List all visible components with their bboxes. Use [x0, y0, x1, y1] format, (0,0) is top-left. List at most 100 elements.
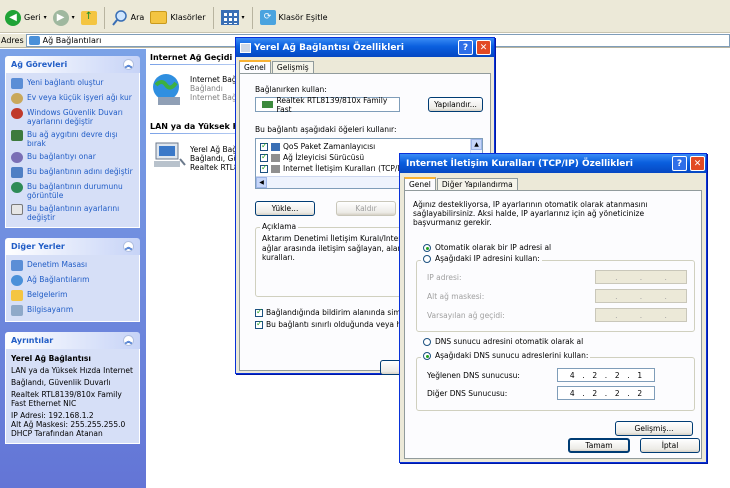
ip-address-label: IP adresi: — [427, 273, 462, 282]
component-tcpip[interactable]: Internet İletişim Kuralları (TCP/IP) — [260, 163, 408, 173]
manual-dns-option[interactable]: Aşağıdaki DNS sunucu adreslerini kullan: — [421, 351, 591, 360]
protocol-icon — [271, 164, 280, 173]
adapter-name: Realtek RTL8139/810x Family Fast — [276, 95, 388, 114]
intro-text: Ağınız destekliyorsa, IP ayarlarının oto… — [413, 200, 648, 227]
folders-button[interactable]: Klasörler — [147, 6, 208, 30]
component-qos[interactable]: QoS Paket Zamanlayıcısı — [260, 141, 375, 151]
preferred-dns-field[interactable]: 4. 2. 2. 1 — [557, 368, 655, 382]
component-label: Internet İletişim Kuralları (TCP/IP) — [283, 164, 408, 173]
new-connection-icon — [11, 78, 23, 89]
configure-button[interactable]: Yapılandır... — [428, 97, 483, 112]
manual-dns-label: Aşağıdaki DNS sunucu adreslerini kullan: — [435, 351, 589, 360]
task-settings[interactable]: Bu bağlantının ayarlarını değiştir — [11, 204, 135, 222]
connect-using-label: Bağlanırken kullan: — [255, 85, 327, 94]
place-control-panel[interactable]: Denetim Masası — [11, 260, 135, 271]
help-button[interactable]: ? — [672, 156, 687, 171]
network-card-icon — [262, 101, 273, 108]
auto-dns-option[interactable]: DNS sunucu adresini otomatik olarak al — [423, 337, 583, 346]
computer-icon — [11, 305, 23, 316]
task-label: Bu bağlantının adını değiştir — [27, 167, 133, 176]
subnet-mask-field: ... — [595, 289, 687, 303]
tab-general[interactable]: Genel — [239, 60, 271, 73]
checkbox-checked[interactable] — [260, 152, 268, 162]
auto-ip-option[interactable]: Otomatik olarak bir IP adresi al — [423, 243, 551, 252]
dialog-titlebar[interactable]: Internet İletişim Kuralları (TCP/IP) Öze… — [400, 154, 706, 173]
panel-title: Ağ Görevleri — [11, 60, 68, 69]
forward-button[interactable]: ▶ ▾ — [50, 6, 78, 30]
octet: 1 — [637, 370, 643, 380]
details-header[interactable]: Ayrıntılar ︽ — [5, 332, 140, 349]
advanced-button[interactable]: Gelişmiş... — [615, 421, 693, 436]
task-home-network[interactable]: Ev veya küçük işyeri ağı kur — [11, 93, 135, 104]
ok-button[interactable]: Tamam — [568, 438, 630, 453]
radio-unselected[interactable] — [423, 254, 431, 263]
alternate-dns-label: Diğer DNS Sunucusu: — [427, 389, 508, 398]
octet: 2 — [637, 388, 643, 398]
place-my-computer[interactable]: Bilgisayarım — [11, 305, 135, 316]
address-value: Ağ Bağlantıları — [42, 36, 102, 45]
scroll-up-icon[interactable]: ▲ — [471, 139, 482, 150]
alternate-dns-field[interactable]: 4. 2. 2. 2 — [557, 386, 655, 400]
up-folder-button[interactable]: ↑ — [78, 6, 100, 30]
tab-advanced[interactable]: Gelişmiş — [271, 61, 314, 73]
octet: 2 — [614, 370, 620, 380]
radio-unselected[interactable] — [423, 337, 431, 346]
folder-icon — [150, 11, 168, 24]
task-firewall[interactable]: Windows Güvenlik Duvarı ayarlarını değiş… — [11, 108, 135, 126]
task-label: Bu bağlantının durumunu görüntüle — [27, 182, 123, 200]
task-label: Windows Güvenlik Duvarı ayarlarını değiş… — [27, 108, 123, 126]
checkbox-checked[interactable] — [260, 141, 268, 151]
manual-ip-option[interactable]: Aşağıdaki IP adresini kullan: — [421, 254, 542, 263]
task-repair[interactable]: Bu bağlantıyı onar — [11, 152, 135, 163]
lan-connection-icon — [154, 142, 186, 167]
task-disable-device[interactable]: Bu ağ aygıtını devre dışı bırak — [11, 130, 135, 148]
cancel-button[interactable]: İptal — [640, 438, 700, 453]
component-monitor[interactable]: Ağ İzleyicisi Sürücüsü — [260, 152, 364, 162]
octet: 4 — [569, 388, 575, 398]
default-gateway-label: Varsayılan ağ geçidi: — [427, 311, 505, 320]
radio-selected[interactable] — [423, 351, 431, 360]
tab-general[interactable]: Genel — [404, 177, 436, 190]
place-network-connections[interactable]: Ağ Bağlantılarım — [11, 275, 135, 286]
folder-sync-button[interactable]: ⟳ Klasör Eşitle — [257, 6, 331, 30]
place-label: Ağ Bağlantılarım — [27, 275, 90, 284]
checkbox-checked[interactable] — [255, 319, 263, 329]
tab-alternate-config[interactable]: Diğer Yapılandırma — [436, 178, 518, 190]
radio-selected[interactable] — [423, 243, 431, 252]
task-rename[interactable]: Bu bağlantının adını değiştir — [11, 167, 135, 178]
views-button[interactable]: ▾ — [218, 6, 248, 30]
search-button[interactable]: Ara — [109, 6, 148, 30]
network-connections-icon — [28, 36, 40, 45]
collapse-icon: ︽ — [123, 335, 134, 346]
close-button[interactable]: ✕ — [690, 156, 705, 171]
dialog-titlebar[interactable]: Yerel Ağ Bağlantısı Özellikleri ? ✕ — [236, 38, 494, 57]
checkbox-checked[interactable] — [255, 307, 263, 317]
octet: 2 — [592, 370, 598, 380]
back-label: Geri — [24, 13, 41, 22]
place-label: Bilgisayarım — [27, 305, 74, 314]
ip-address-field: ... — [595, 270, 687, 284]
details-dhcp: DHCP Tarafından Atanan — [11, 429, 103, 438]
checkbox-checked[interactable] — [260, 163, 268, 173]
auto-ip-label: Otomatik olarak bir IP adresi al — [435, 243, 552, 252]
documents-folder-icon — [11, 290, 23, 301]
subnet-mask-label: Alt ağ maskesi: — [427, 292, 485, 301]
other-places-header[interactable]: Diğer Yerler ︽ — [5, 238, 140, 255]
protocol-icon — [271, 153, 280, 162]
task-label: Bu bağlantıyı onar — [27, 152, 96, 161]
close-button[interactable]: ✕ — [476, 40, 491, 55]
network-tasks-header[interactable]: Ağ Görevleri ︽ — [5, 56, 140, 73]
dropdown-arrow-icon: ▾ — [43, 14, 47, 21]
firewall-icon — [11, 108, 23, 119]
help-button[interactable]: ? — [458, 40, 473, 55]
task-new-connection[interactable]: Yeni bağlantı oluştur — [11, 78, 135, 89]
other-places-panel: Diğer Yerler ︽ Denetim Masası Ağ Bağlant… — [5, 238, 140, 322]
back-arrow-icon: ◀ — [5, 9, 21, 26]
install-button[interactable]: Yükle... — [255, 201, 315, 216]
task-status[interactable]: Bu bağlantının durumunu görüntüle — [11, 182, 135, 200]
octet: 2 — [614, 388, 620, 398]
back-button[interactable]: ◀ Geri ▾ — [2, 6, 50, 30]
collapse-icon: ︽ — [123, 59, 134, 70]
scroll-left-icon[interactable]: ◀ — [256, 177, 267, 188]
place-my-documents[interactable]: Belgelerim — [11, 290, 135, 301]
